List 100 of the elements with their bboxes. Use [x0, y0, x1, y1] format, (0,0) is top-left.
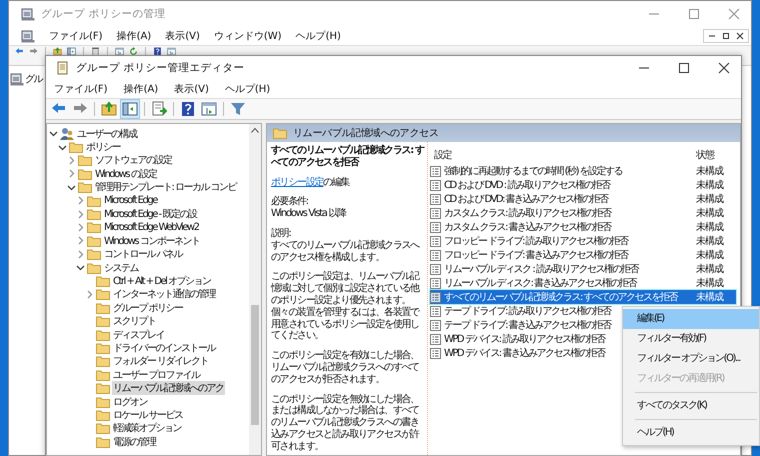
tree-item[interactable]: ユーザー プロファイル [112, 368, 201, 382]
chevron-down-icon[interactable] [58, 142, 67, 152]
policy-state: 未構成 [696, 234, 724, 248]
chevron-right-icon[interactable] [76, 236, 85, 246]
window-title: グループ ポリシーの管理 [41, 7, 166, 21]
menu-item[interactable]: 表示(V) [174, 82, 209, 96]
help-icon[interactable] [153, 47, 162, 56]
policy-icon [430, 334, 441, 344]
chevron-right-icon[interactable] [67, 169, 76, 178]
back-arrow-icon[interactable] [15, 47, 24, 56]
tree-item[interactable]: システム [103, 260, 139, 275]
column-header[interactable]: 設定 [430, 148, 451, 162]
policy-icon [430, 348, 441, 358]
tree-pane-icon[interactable] [121, 100, 139, 118]
menu-item[interactable]: ファイル(F) [54, 82, 108, 96]
tree-item[interactable]: Microsoft Edge WebView2 [103, 222, 200, 233]
folder-up-icon[interactable] [100, 100, 118, 118]
tree-item[interactable]: リムーバブル記憶域へのアク [112, 381, 224, 396]
refresh-icon[interactable] [129, 47, 138, 56]
menu-item[interactable]: ヘルプ(H) [623, 423, 759, 443]
folder-icon [96, 274, 110, 287]
tree-item[interactable]: ポリシー [85, 140, 121, 154]
pane-icon[interactable] [115, 47, 124, 56]
chevron-right-icon[interactable] [76, 210, 85, 219]
menu-item[interactable]: 操作(A) [116, 29, 152, 43]
policy-icon [430, 278, 441, 288]
policy-row[interactable]: 強制的に再起動するまでの時間 (秒) を設定する 未構成 [430, 164, 736, 178]
policy-state: 未構成 [696, 206, 724, 220]
policy-name: フロッピー ドライブ: 書き込みアクセス権の拒否 [444, 248, 628, 262]
filter-icon[interactable] [229, 100, 247, 118]
tree-item[interactable]: ディスプレイ [112, 328, 165, 342]
chevron-down-icon[interactable] [67, 182, 76, 192]
console-icon [21, 29, 35, 43]
menu-item[interactable]: 表示(V) [165, 29, 200, 43]
pane-icon[interactable] [167, 47, 176, 56]
menu-item[interactable]: ウィンドウ(W) [214, 29, 282, 43]
tree-item[interactable]: フォルダー リダイレクト [112, 354, 210, 368]
tree-item[interactable]: ログオン [112, 394, 148, 409]
policy-row[interactable]: リムーバブル ディスク : 読み取りアクセス権の拒否 未構成 [430, 262, 736, 276]
tree-item[interactable]: ロケール サービス [112, 408, 184, 422]
policy-row[interactable]: フロッピー ドライブ: 書き込みアクセス権の拒否 未構成 [430, 248, 736, 262]
menu-item[interactable]: すべてのタスク(K) [623, 396, 759, 416]
tree-item[interactable]: 電源の管理 [112, 434, 156, 449]
tree-item[interactable]: Windows コンポーネント [103, 234, 200, 248]
tree-item[interactable]: スクリプト [112, 314, 156, 328]
menu-item[interactable]: ヘルプ(H) [296, 29, 341, 43]
tree-item[interactable]: グル [25, 72, 42, 86]
policy-row[interactable]: リムーバブル ディスク: 書き込みアクセス権の拒否 未構成 [430, 276, 736, 290]
tree-item[interactable]: インターネット通信の管理 [112, 287, 216, 302]
folder-icon [96, 408, 110, 421]
tree-item[interactable]: Microsoft Edge - 既定の設 [103, 207, 198, 222]
policy-row[interactable]: カスタム クラス: 読み取りアクセス権の拒否 未構成 [430, 206, 736, 220]
policy-state: 未構成 [696, 248, 724, 262]
policy-row[interactable]: カスタム クラス: 書き込みアクセス権の拒否 未構成 [430, 220, 736, 234]
chevron-right-icon[interactable] [67, 156, 76, 165]
tree-item[interactable]: ユーザーの構成 [76, 126, 138, 141]
tree-item[interactable]: ソフトウェアの設定 [94, 153, 172, 168]
chevron-right-icon[interactable] [85, 290, 94, 299]
chevron-right-icon[interactable] [76, 222, 85, 232]
policy-row[interactable]: すべてのリムーバブル記憶域クラス: すべてのアクセスを拒否 未構成 [430, 290, 736, 304]
close-icon[interactable] [717, 61, 731, 75]
policy-row[interactable]: フロッピー ドライブ: 読み取りアクセス権の拒否 未構成 [430, 234, 736, 248]
menu-item[interactable]: フィルター オプション(O)... [623, 349, 759, 369]
chevron-down-icon[interactable] [49, 129, 58, 138]
export-list-icon[interactable] [150, 100, 168, 118]
policy-row[interactable]: CD および DVD: 書き込みアクセス権の拒否 未構成 [430, 192, 736, 206]
tree-item[interactable]: グループ ポリシー [112, 300, 184, 315]
menu-item[interactable]: ヘルプ(H) [224, 82, 270, 96]
tree-item[interactable]: 管理用テンプレート: ローカル コンピ [94, 180, 238, 194]
column-header[interactable]: 状態 [696, 148, 736, 162]
folder-icon [96, 342, 110, 354]
policy-name: CD および DVD : 読み取りアクセス権の拒否 [444, 178, 610, 192]
policy-row[interactable]: CD および DVD : 読み取りアクセス権の拒否 未構成 [430, 178, 736, 192]
policy-settings-link[interactable]: ポリシー設定 [271, 176, 324, 188]
menu-item[interactable]: 編集(E) [623, 309, 759, 329]
maximize-icon[interactable] [721, 31, 731, 41]
scrollbar[interactable] [249, 124, 261, 455]
scroll-thumb[interactable] [251, 305, 259, 425]
scroll-up-icon[interactable] [251, 127, 259, 133]
folder-icon [87, 262, 101, 274]
tree-item[interactable]: コントロール パネル [103, 247, 184, 262]
chevron-down-icon[interactable] [76, 263, 85, 272]
forward-arrow-icon[interactable] [29, 47, 38, 56]
tree-item[interactable]: Ctrl + Alt + Del オプション [112, 274, 212, 288]
menu-item[interactable]: フィルター有効(F) [623, 329, 759, 349]
close-icon[interactable] [735, 31, 745, 41]
menu-item[interactable]: ファイル(F) [49, 29, 103, 43]
tree-item[interactable]: Windows の設定 [94, 166, 158, 181]
folder-up-icon[interactable] [53, 47, 62, 56]
help-icon[interactable] [179, 100, 197, 118]
menu-item[interactable]: 操作(A) [124, 82, 158, 96]
tree-item[interactable]: 軽減策オプション [112, 421, 182, 436]
chevron-right-icon[interactable] [76, 250, 85, 259]
tree-item[interactable]: ドライバーのインストール [112, 340, 216, 355]
folder-icon [96, 302, 110, 314]
pane-icon[interactable] [200, 100, 218, 118]
console-icon [21, 7, 35, 21]
maximize-icon[interactable] [677, 61, 691, 75]
tree-item[interactable]: Microsoft Edge [103, 195, 158, 206]
chevron-right-icon[interactable] [76, 196, 85, 206]
